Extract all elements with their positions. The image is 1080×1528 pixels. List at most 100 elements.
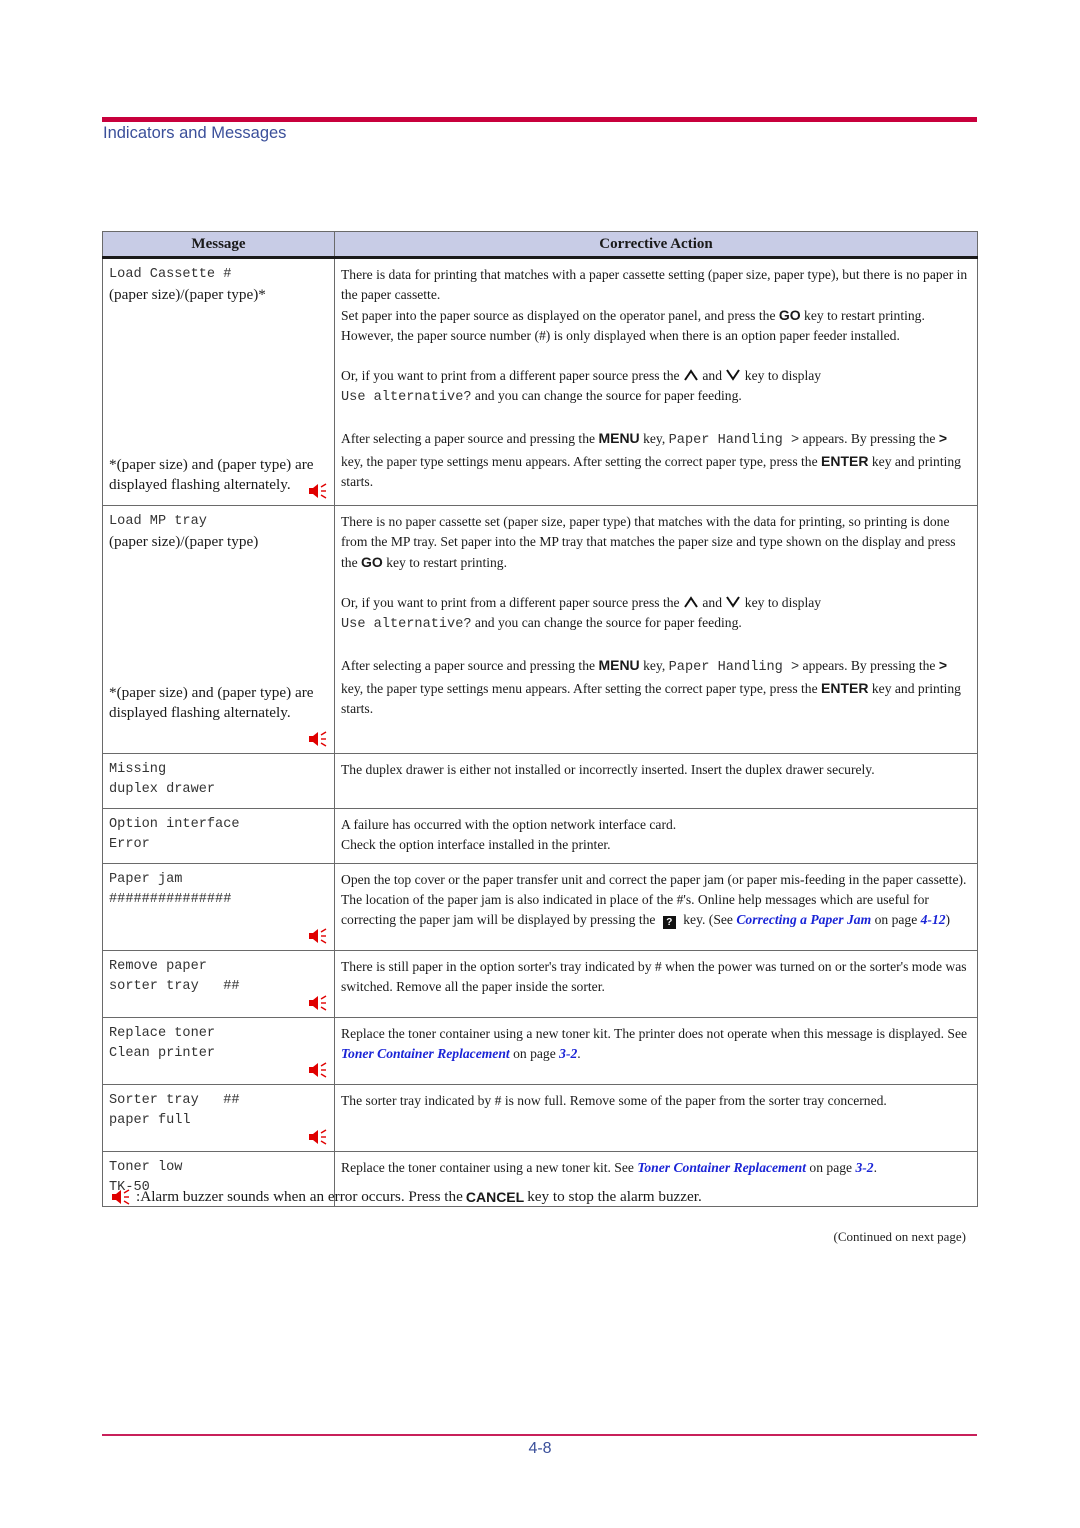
panel-message-detail: (paper size)/(paper type)*	[109, 286, 266, 303]
message-cell: Replace toner Clean printer	[102, 1017, 335, 1085]
link-correcting-paper-jam[interactable]: Correcting a Paper Jam	[736, 912, 871, 927]
table-row: Missing duplex drawer The duplex drawer …	[102, 753, 978, 809]
text: .	[873, 1160, 877, 1175]
action-text: There is data for printing that matches …	[341, 267, 968, 302]
text: and	[698, 595, 726, 610]
action-cell: The sorter tray indicated by # is now fu…	[334, 1084, 978, 1152]
page-ref-link[interactable]: 4-12	[921, 912, 946, 927]
text: After selecting a paper source and press…	[341, 658, 599, 673]
text: key to display	[741, 368, 822, 383]
enter-key: ENTER	[821, 453, 869, 469]
text: and	[698, 368, 726, 383]
panel-message: Paper Handling >	[668, 433, 800, 448]
header-rule	[102, 117, 977, 122]
text: Or, if you want to print from a differen…	[341, 368, 683, 383]
panel-message: Load Cassette #	[109, 267, 232, 282]
action-cell: There is still paper in the option sorte…	[334, 950, 978, 1018]
action-text: Open the top cover or the paper transfer…	[341, 870, 972, 930]
panel-message: Paper jam	[109, 872, 183, 887]
panel-message: Replace toner	[109, 1026, 216, 1041]
page-ref-link[interactable]: 3-2	[855, 1160, 873, 1175]
text: appears. By pressing the	[799, 431, 939, 446]
alarm-buzzer-icon	[309, 1062, 327, 1078]
panel-message: ###############	[109, 892, 232, 907]
message-cell: Remove paper sorter tray ##	[102, 950, 335, 1018]
enter-key: ENTER	[821, 680, 869, 696]
text: appears. By pressing the	[799, 658, 939, 673]
action-cell: The duplex drawer is either not installe…	[334, 753, 978, 809]
text: Replace the toner container using a new …	[341, 1026, 968, 1041]
right-key: >	[938, 430, 948, 446]
action-text: After selecting a paper source and press…	[341, 655, 972, 719]
table-header-row: Message Corrective Action	[102, 231, 978, 259]
alarm-buzzer-icon	[309, 483, 327, 499]
message-cell: Option interface Error	[102, 808, 335, 864]
action-text: Set paper into the paper source as displ…	[341, 305, 972, 346]
panel-message: Error	[109, 837, 150, 852]
text: key. (See	[679, 912, 737, 927]
text: key,	[639, 658, 669, 673]
go-key: GO	[361, 554, 383, 570]
action-text: Or, if you want to print from a differen…	[341, 366, 972, 408]
text: .	[577, 1046, 581, 1061]
action-text: There is still paper in the option sorte…	[341, 959, 967, 994]
link-toner-container-replacement[interactable]: Toner Container Replacement	[341, 1046, 510, 1061]
flashing-note: *(paper size) and (paper type) are displ…	[109, 684, 314, 721]
down-arrow-key-icon	[726, 369, 741, 381]
column-header-message: Message	[102, 231, 335, 259]
panel-message-detail: (paper size)/(paper type)	[109, 533, 259, 550]
alarm-buzzer-icon	[309, 1129, 327, 1145]
action-text: A failure has occurred with the option n…	[341, 817, 677, 832]
action-text: Replace the toner container using a new …	[341, 1024, 972, 1064]
table-row: Paper jam ############### Open the top c…	[102, 863, 978, 951]
panel-message: Missing	[109, 762, 167, 777]
text: Replace the toner container using a new …	[341, 1160, 638, 1175]
page-number: 4-8	[528, 1440, 552, 1457]
action-text: The sorter tray indicated by # is now fu…	[341, 1093, 887, 1108]
action-cell: There is no paper cassette set (paper si…	[334, 505, 978, 754]
go-key: GO	[778, 307, 801, 323]
cancel-key: CANCEL	[465, 1189, 525, 1205]
panel-message: duplex drawer	[109, 782, 216, 797]
menu-key: MENU	[598, 430, 640, 446]
action-text: Check the option interface installed in …	[341, 837, 611, 852]
text: key to restart printing.	[382, 555, 507, 570]
message-cell: Paper jam ###############	[102, 863, 335, 951]
message-cell: Load Cassette # (paper size)/(paper type…	[102, 257, 335, 506]
alarm-buzzer-icon	[112, 1189, 130, 1205]
text: )	[945, 912, 951, 927]
link-toner-container-replacement[interactable]: Toner Container Replacement	[637, 1160, 806, 1175]
panel-message: Load MP tray	[109, 514, 207, 529]
panel-message: Clean printer	[109, 1046, 216, 1061]
text: on page	[509, 1046, 560, 1061]
action-cell: There is data for printing that matches …	[334, 257, 978, 506]
messages-table: Message Corrective Action Load Cassette …	[102, 231, 978, 1207]
table-row: Sorter tray ## paper full The sorter tra…	[102, 1084, 978, 1152]
action-text: After selecting a paper source and press…	[341, 428, 972, 492]
text: on page	[871, 912, 921, 927]
flashing-note: *(paper size) and (paper type) are displ…	[109, 456, 314, 493]
message-cell: Missing duplex drawer	[102, 753, 335, 809]
panel-message: Paper Handling >	[668, 660, 800, 675]
footer-rule	[102, 1434, 977, 1436]
up-arrow-key-icon	[684, 369, 698, 381]
text: and you can change the source for paper …	[471, 388, 742, 403]
message-cell: Sorter tray ## paper full	[102, 1084, 335, 1152]
text: After selecting a paper source and press…	[341, 431, 599, 446]
text: Or, if you want to print from a differen…	[341, 595, 683, 610]
table-row: Load Cassette # (paper size)/(paper type…	[102, 257, 978, 506]
action-cell: Open the top cover or the paper transfer…	[334, 863, 978, 951]
up-arrow-key-icon	[684, 596, 698, 608]
page-ref-link[interactable]: 3-2	[559, 1046, 577, 1061]
text: on page	[806, 1160, 856, 1175]
panel-message: Remove paper	[109, 959, 207, 974]
continued-note: (Continued on next page)	[833, 1229, 967, 1244]
table-row: Remove paper sorter tray ## There is sti…	[102, 950, 978, 1018]
action-text: Replace the toner container using a new …	[341, 1158, 972, 1178]
panel-message: Option interface	[109, 817, 240, 832]
panel-message: sorter tray ##	[109, 979, 240, 994]
table-row: Option interface Error A failure has occ…	[102, 808, 978, 864]
right-key: >	[938, 657, 948, 673]
down-arrow-key-icon	[726, 596, 741, 608]
action-text: The duplex drawer is either not installe…	[341, 762, 875, 777]
